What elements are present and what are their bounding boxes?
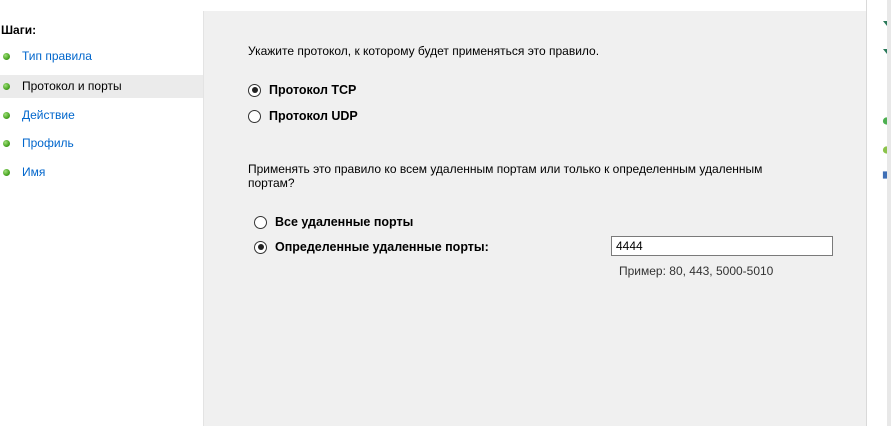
ports-question: Применять это правило ко всем удаленным … — [248, 162, 763, 190]
radio-icon[interactable] — [254, 215, 267, 229]
step-name[interactable]: Имя — [0, 161, 203, 184]
step-label: Тип правила — [22, 49, 92, 63]
scrollbar-edge — [887, 0, 891, 426]
tcp-label: Протокол TCP — [269, 83, 357, 97]
udp-label: Протокол UDP — [269, 109, 358, 123]
all-ports-radio-option[interactable]: Все удаленные порты — [254, 215, 413, 229]
steps-panel: Шаги: Тип правила Протокол и порты Дейст… — [0, 11, 204, 426]
step-label: Имя — [22, 165, 46, 179]
green-dot-icon — [3, 53, 10, 60]
step-label: Профиль — [22, 136, 74, 150]
steps-title: Шаги: — [1, 23, 37, 37]
green-dot-icon — [3, 169, 10, 176]
step-protocol-ports[interactable]: Протокол и порты — [0, 75, 203, 98]
green-dot-icon — [3, 83, 10, 90]
ports-example: Пример: 80, 443, 5000-5010 — [619, 264, 774, 278]
main-panel: Укажите протокол, к которому будет приме… — [204, 11, 866, 426]
radio-icon[interactable] — [254, 240, 267, 254]
top-strip — [0, 0, 891, 11]
tcp-radio-option[interactable]: Протокол TCP — [248, 83, 356, 97]
udp-radio-option[interactable]: Протокол UDP — [248, 109, 358, 123]
radio-icon[interactable] — [248, 83, 261, 97]
specific-ports-input[interactable] — [611, 236, 833, 256]
green-dot-icon — [3, 112, 10, 119]
green-dot-icon — [3, 140, 10, 147]
step-label: Протокол и порты — [22, 79, 122, 93]
step-profile[interactable]: Профиль — [0, 132, 203, 155]
step-label: Действие — [22, 108, 75, 122]
wizard-window: Шаги: Тип правила Протокол и порты Дейст… — [0, 0, 891, 426]
specific-ports-label: Определенные удаленные порты: — [275, 240, 489, 254]
specific-ports-radio-option[interactable]: Определенные удаленные порты: — [254, 240, 489, 254]
radio-icon[interactable] — [248, 109, 261, 123]
step-action[interactable]: Действие — [0, 104, 203, 127]
all-ports-label: Все удаленные порты — [275, 215, 414, 229]
step-rule-type[interactable]: Тип правила — [0, 45, 203, 68]
intro-text: Укажите протокол, к которому будет приме… — [248, 44, 600, 58]
